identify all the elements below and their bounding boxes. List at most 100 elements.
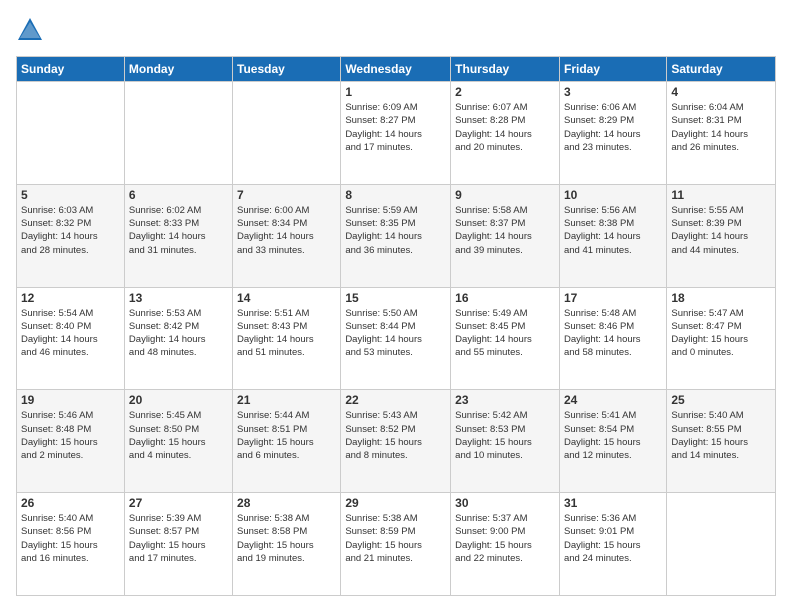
- day-cell: 5 Sunrise: 6:03 AM Sunset: 8:32 PM Daylig…: [17, 184, 125, 287]
- day-info: Sunrise: 6:02 AM Sunset: 8:33 PM Dayligh…: [129, 204, 228, 257]
- day-info: Sunrise: 5:54 AM Sunset: 8:40 PM Dayligh…: [21, 307, 120, 360]
- day-info: Sunrise: 5:39 AM Sunset: 8:57 PM Dayligh…: [129, 512, 228, 565]
- day-number: 15: [345, 291, 446, 305]
- day-cell: [17, 82, 125, 185]
- day-cell: 31 Sunrise: 5:36 AM Sunset: 9:01 PM Dayli…: [559, 493, 666, 596]
- day-info: Sunrise: 5:49 AM Sunset: 8:45 PM Dayligh…: [455, 307, 555, 360]
- day-cell: 1 Sunrise: 6:09 AM Sunset: 8:27 PM Daylig…: [341, 82, 451, 185]
- day-cell: 2Sunrise: 6:07 AM Sunset: 8:28 PM Daylig…: [451, 82, 560, 185]
- weekday-header-row: SundayMondayTuesdayWednesdayThursdayFrid…: [17, 57, 776, 82]
- day-cell: 17Sunrise: 5:48 AM Sunset: 8:46 PM Dayli…: [559, 287, 666, 390]
- day-number: 21: [237, 393, 336, 407]
- day-cell: 25Sunrise: 5:40 AM Sunset: 8:55 PM Dayli…: [667, 390, 776, 493]
- day-info: Sunrise: 5:45 AM Sunset: 8:50 PM Dayligh…: [129, 409, 228, 462]
- day-number: 22: [345, 393, 446, 407]
- day-number: 17: [564, 291, 662, 305]
- day-number: 28: [237, 496, 336, 510]
- day-info: Sunrise: 5:36 AM Sunset: 9:01 PM Dayligh…: [564, 512, 662, 565]
- day-cell: 12 Sunrise: 5:54 AM Sunset: 8:40 PM Dayli…: [17, 287, 125, 390]
- day-number: 24: [564, 393, 662, 407]
- day-number: 4: [671, 85, 771, 99]
- day-cell: 24 Sunrise: 5:41 AM Sunset: 8:54 PM Dayli…: [559, 390, 666, 493]
- day-number: 23: [455, 393, 555, 407]
- day-cell: 14Sunrise: 5:51 AM Sunset: 8:43 PM Dayli…: [233, 287, 341, 390]
- week-row-3: 12 Sunrise: 5:54 AM Sunset: 8:40 PM Dayli…: [17, 287, 776, 390]
- day-cell: [233, 82, 341, 185]
- day-cell: 21 Sunrise: 5:44 AM Sunset: 8:51 PM Dayli…: [233, 390, 341, 493]
- day-number: 9: [455, 188, 555, 202]
- day-info: Sunrise: 5:46 AM Sunset: 8:48 PM Dayligh…: [21, 409, 120, 462]
- day-number: 26: [21, 496, 120, 510]
- day-number: 13: [129, 291, 228, 305]
- day-number: 29: [345, 496, 446, 510]
- day-info: Sunrise: 5:40 AM Sunset: 8:55 PM Dayligh…: [671, 409, 771, 462]
- day-cell: 9 Sunrise: 5:58 AM Sunset: 8:37 PM Daylig…: [451, 184, 560, 287]
- day-cell: 26 Sunrise: 5:40 AM Sunset: 8:56 PM Dayli…: [17, 493, 125, 596]
- day-cell: 13 Sunrise: 5:53 AM Sunset: 8:42 PM Dayli…: [124, 287, 232, 390]
- day-number: 8: [345, 188, 446, 202]
- logo: [16, 16, 48, 44]
- day-number: 3: [564, 85, 662, 99]
- logo-icon: [16, 16, 44, 44]
- day-cell: 22 Sunrise: 5:43 AM Sunset: 8:52 PM Dayli…: [341, 390, 451, 493]
- day-info: Sunrise: 5:47 AM Sunset: 8:47 PM Dayligh…: [671, 307, 771, 360]
- day-info: Sunrise: 5:50 AM Sunset: 8:44 PM Dayligh…: [345, 307, 446, 360]
- day-number: 11: [671, 188, 771, 202]
- day-cell: 6 Sunrise: 6:02 AM Sunset: 8:33 PM Daylig…: [124, 184, 232, 287]
- day-info: Sunrise: 6:06 AM Sunset: 8:29 PM Dayligh…: [564, 101, 662, 154]
- week-row-5: 26 Sunrise: 5:40 AM Sunset: 8:56 PM Dayli…: [17, 493, 776, 596]
- day-info: Sunrise: 5:41 AM Sunset: 8:54 PM Dayligh…: [564, 409, 662, 462]
- day-number: 6: [129, 188, 228, 202]
- day-cell: 8 Sunrise: 5:59 AM Sunset: 8:35 PM Daylig…: [341, 184, 451, 287]
- calendar: SundayMondayTuesdayWednesdayThursdayFrid…: [16, 56, 776, 596]
- day-number: 12: [21, 291, 120, 305]
- day-cell: 20 Sunrise: 5:45 AM Sunset: 8:50 PM Dayli…: [124, 390, 232, 493]
- day-cell: 27 Sunrise: 5:39 AM Sunset: 8:57 PM Dayli…: [124, 493, 232, 596]
- day-info: Sunrise: 6:04 AM Sunset: 8:31 PM Dayligh…: [671, 101, 771, 154]
- day-cell: 28Sunrise: 5:38 AM Sunset: 8:58 PM Dayli…: [233, 493, 341, 596]
- day-info: Sunrise: 5:59 AM Sunset: 8:35 PM Dayligh…: [345, 204, 446, 257]
- day-cell: [667, 493, 776, 596]
- day-number: 10: [564, 188, 662, 202]
- day-info: Sunrise: 5:40 AM Sunset: 8:56 PM Dayligh…: [21, 512, 120, 565]
- day-number: 30: [455, 496, 555, 510]
- day-number: 19: [21, 393, 120, 407]
- day-cell: 11 Sunrise: 5:55 AM Sunset: 8:39 PM Dayli…: [667, 184, 776, 287]
- day-info: Sunrise: 6:09 AM Sunset: 8:27 PM Dayligh…: [345, 101, 446, 154]
- day-info: Sunrise: 5:56 AM Sunset: 8:38 PM Dayligh…: [564, 204, 662, 257]
- day-cell: 23 Sunrise: 5:42 AM Sunset: 8:53 PM Dayli…: [451, 390, 560, 493]
- day-info: Sunrise: 5:58 AM Sunset: 8:37 PM Dayligh…: [455, 204, 555, 257]
- weekday-header-thursday: Thursday: [451, 57, 560, 82]
- week-row-2: 5 Sunrise: 6:03 AM Sunset: 8:32 PM Daylig…: [17, 184, 776, 287]
- weekday-header-friday: Friday: [559, 57, 666, 82]
- day-cell: 3 Sunrise: 6:06 AM Sunset: 8:29 PM Daylig…: [559, 82, 666, 185]
- day-info: Sunrise: 5:37 AM Sunset: 9:00 PM Dayligh…: [455, 512, 555, 565]
- day-info: Sunrise: 5:55 AM Sunset: 8:39 PM Dayligh…: [671, 204, 771, 257]
- day-info: Sunrise: 5:53 AM Sunset: 8:42 PM Dayligh…: [129, 307, 228, 360]
- day-cell: 18 Sunrise: 5:47 AM Sunset: 8:47 PM Dayli…: [667, 287, 776, 390]
- day-info: Sunrise: 6:03 AM Sunset: 8:32 PM Dayligh…: [21, 204, 120, 257]
- day-number: 1: [345, 85, 446, 99]
- weekday-header-saturday: Saturday: [667, 57, 776, 82]
- day-cell: 10 Sunrise: 5:56 AM Sunset: 8:38 PM Dayli…: [559, 184, 666, 287]
- day-number: 5: [21, 188, 120, 202]
- day-cell: [124, 82, 232, 185]
- day-info: Sunrise: 5:38 AM Sunset: 8:59 PM Dayligh…: [345, 512, 446, 565]
- weekday-header-tuesday: Tuesday: [233, 57, 341, 82]
- day-cell: 29 Sunrise: 5:38 AM Sunset: 8:59 PM Dayli…: [341, 493, 451, 596]
- day-info: Sunrise: 6:00 AM Sunset: 8:34 PM Dayligh…: [237, 204, 336, 257]
- weekday-header-sunday: Sunday: [17, 57, 125, 82]
- day-number: 7: [237, 188, 336, 202]
- day-number: 16: [455, 291, 555, 305]
- day-info: Sunrise: 6:07 AM Sunset: 8:28 PM Dayligh…: [455, 101, 555, 154]
- day-number: 20: [129, 393, 228, 407]
- day-info: Sunrise: 5:42 AM Sunset: 8:53 PM Dayligh…: [455, 409, 555, 462]
- weekday-header-monday: Monday: [124, 57, 232, 82]
- day-info: Sunrise: 5:44 AM Sunset: 8:51 PM Dayligh…: [237, 409, 336, 462]
- day-number: 31: [564, 496, 662, 510]
- header: [16, 16, 776, 44]
- day-number: 18: [671, 291, 771, 305]
- day-number: 27: [129, 496, 228, 510]
- day-info: Sunrise: 5:51 AM Sunset: 8:43 PM Dayligh…: [237, 307, 336, 360]
- day-info: Sunrise: 5:43 AM Sunset: 8:52 PM Dayligh…: [345, 409, 446, 462]
